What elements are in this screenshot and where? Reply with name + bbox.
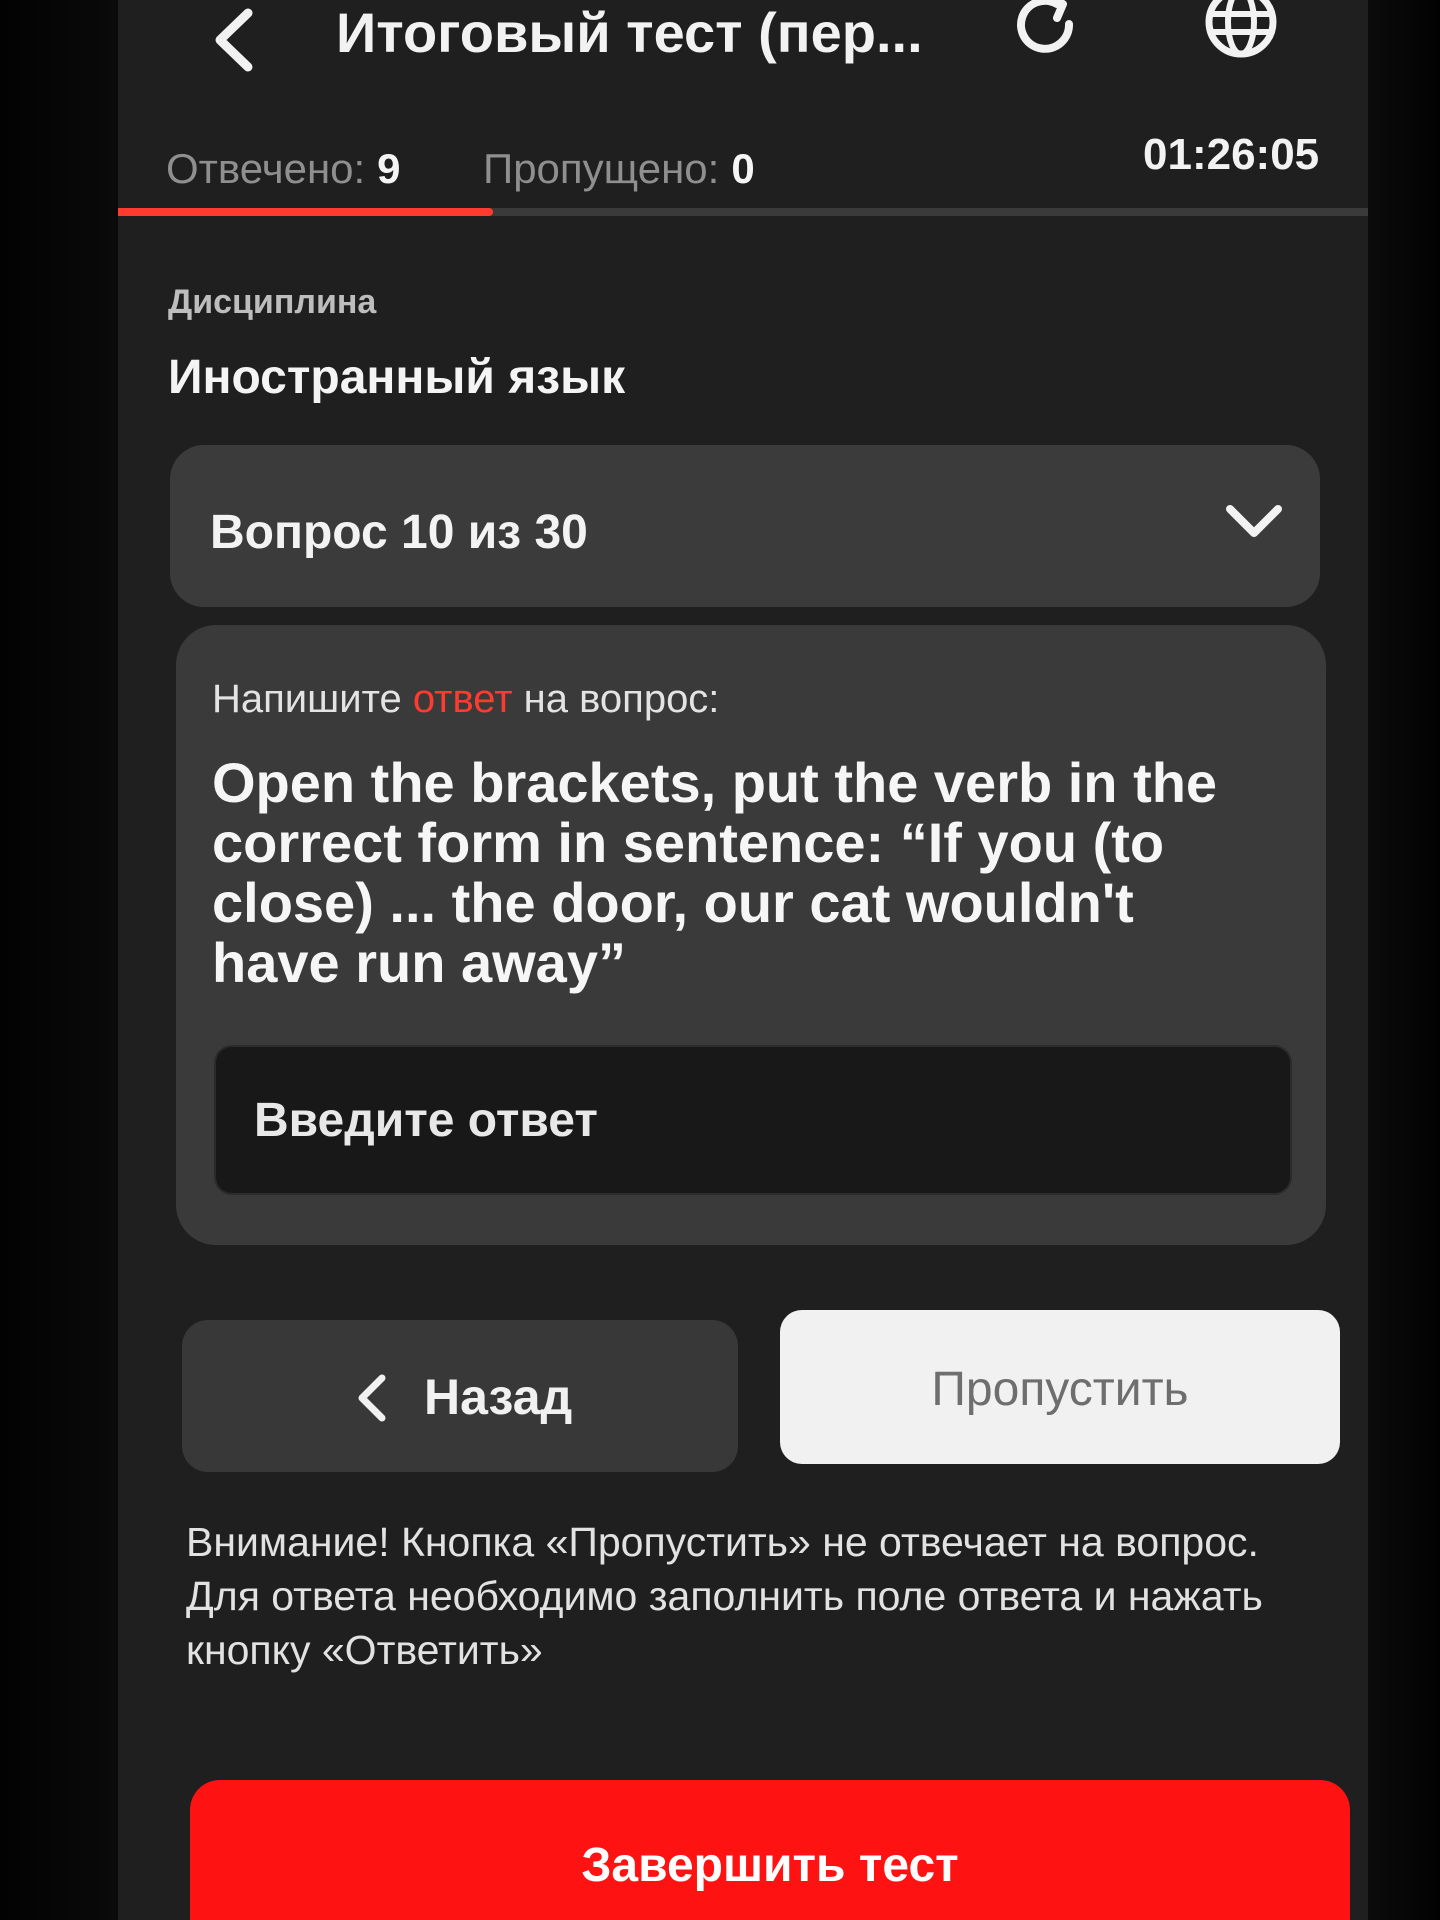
answer-input[interactable] bbox=[214, 1045, 1292, 1195]
skipped-label: Пропущено: bbox=[483, 145, 720, 192]
progress-fill bbox=[118, 208, 493, 216]
page-title: Итоговый тест (пер... bbox=[336, 1, 923, 64]
instruction-text-end: на вопрос: bbox=[512, 677, 720, 721]
finish-test-button-label: Завершить тест bbox=[581, 1839, 959, 1892]
question-selector[interactable]: Вопрос 10 из 30 bbox=[170, 445, 1320, 607]
refresh-icon[interactable] bbox=[1013, 0, 1083, 60]
globe-icon[interactable] bbox=[1203, 0, 1279, 60]
answered-count: 9 bbox=[377, 145, 401, 192]
test-timer: 01:26:05 bbox=[1143, 130, 1320, 179]
progress-bar bbox=[118, 208, 1368, 216]
back-arrow-icon[interactable] bbox=[208, 5, 258, 75]
app-screen: Итоговый тест (пер... Отвечено: 9 Пропуще… bbox=[118, 0, 1368, 1920]
skip-warning-text: Внимание! Кнопка «Пропустить» не отвечае… bbox=[186, 1519, 1263, 1673]
question-selector-label: Вопрос 10 из 30 bbox=[210, 506, 588, 559]
discipline-value: Иностранный язык bbox=[168, 351, 626, 404]
skip-button-label: Пропустить bbox=[931, 1363, 1189, 1416]
question-card: Напишите ответ на вопрос: Open the brack… bbox=[176, 625, 1326, 1245]
back-button[interactable]: Назад bbox=[182, 1320, 738, 1472]
chevron-left-icon bbox=[358, 1374, 386, 1422]
skipped-stat: Пропущено: 0 bbox=[483, 145, 755, 193]
finish-test-button[interactable]: Завершить тест bbox=[190, 1780, 1350, 1920]
skip-button[interactable]: Пропустить bbox=[780, 1310, 1340, 1464]
skipped-count: 0 bbox=[731, 145, 755, 192]
chevron-down-icon bbox=[1226, 505, 1282, 537]
screen-bezel-right bbox=[1368, 0, 1440, 1920]
instruction-accent-word: ответ bbox=[412, 677, 513, 721]
screen-bezel-left bbox=[0, 0, 118, 1920]
discipline-label: Дисциплина bbox=[168, 283, 377, 321]
instruction-text-start: Напишите bbox=[212, 677, 413, 721]
answered-label: Отвечено: bbox=[166, 145, 366, 192]
question-text: Open the brackets, put the verb in the c… bbox=[212, 751, 1218, 994]
app-header: Итоговый тест (пер... bbox=[118, 0, 1368, 110]
back-button-label: Назад bbox=[424, 1369, 573, 1425]
answered-stat: Отвечено: 9 bbox=[166, 145, 401, 193]
question-instruction: Напишите ответ на вопрос: bbox=[212, 677, 719, 722]
